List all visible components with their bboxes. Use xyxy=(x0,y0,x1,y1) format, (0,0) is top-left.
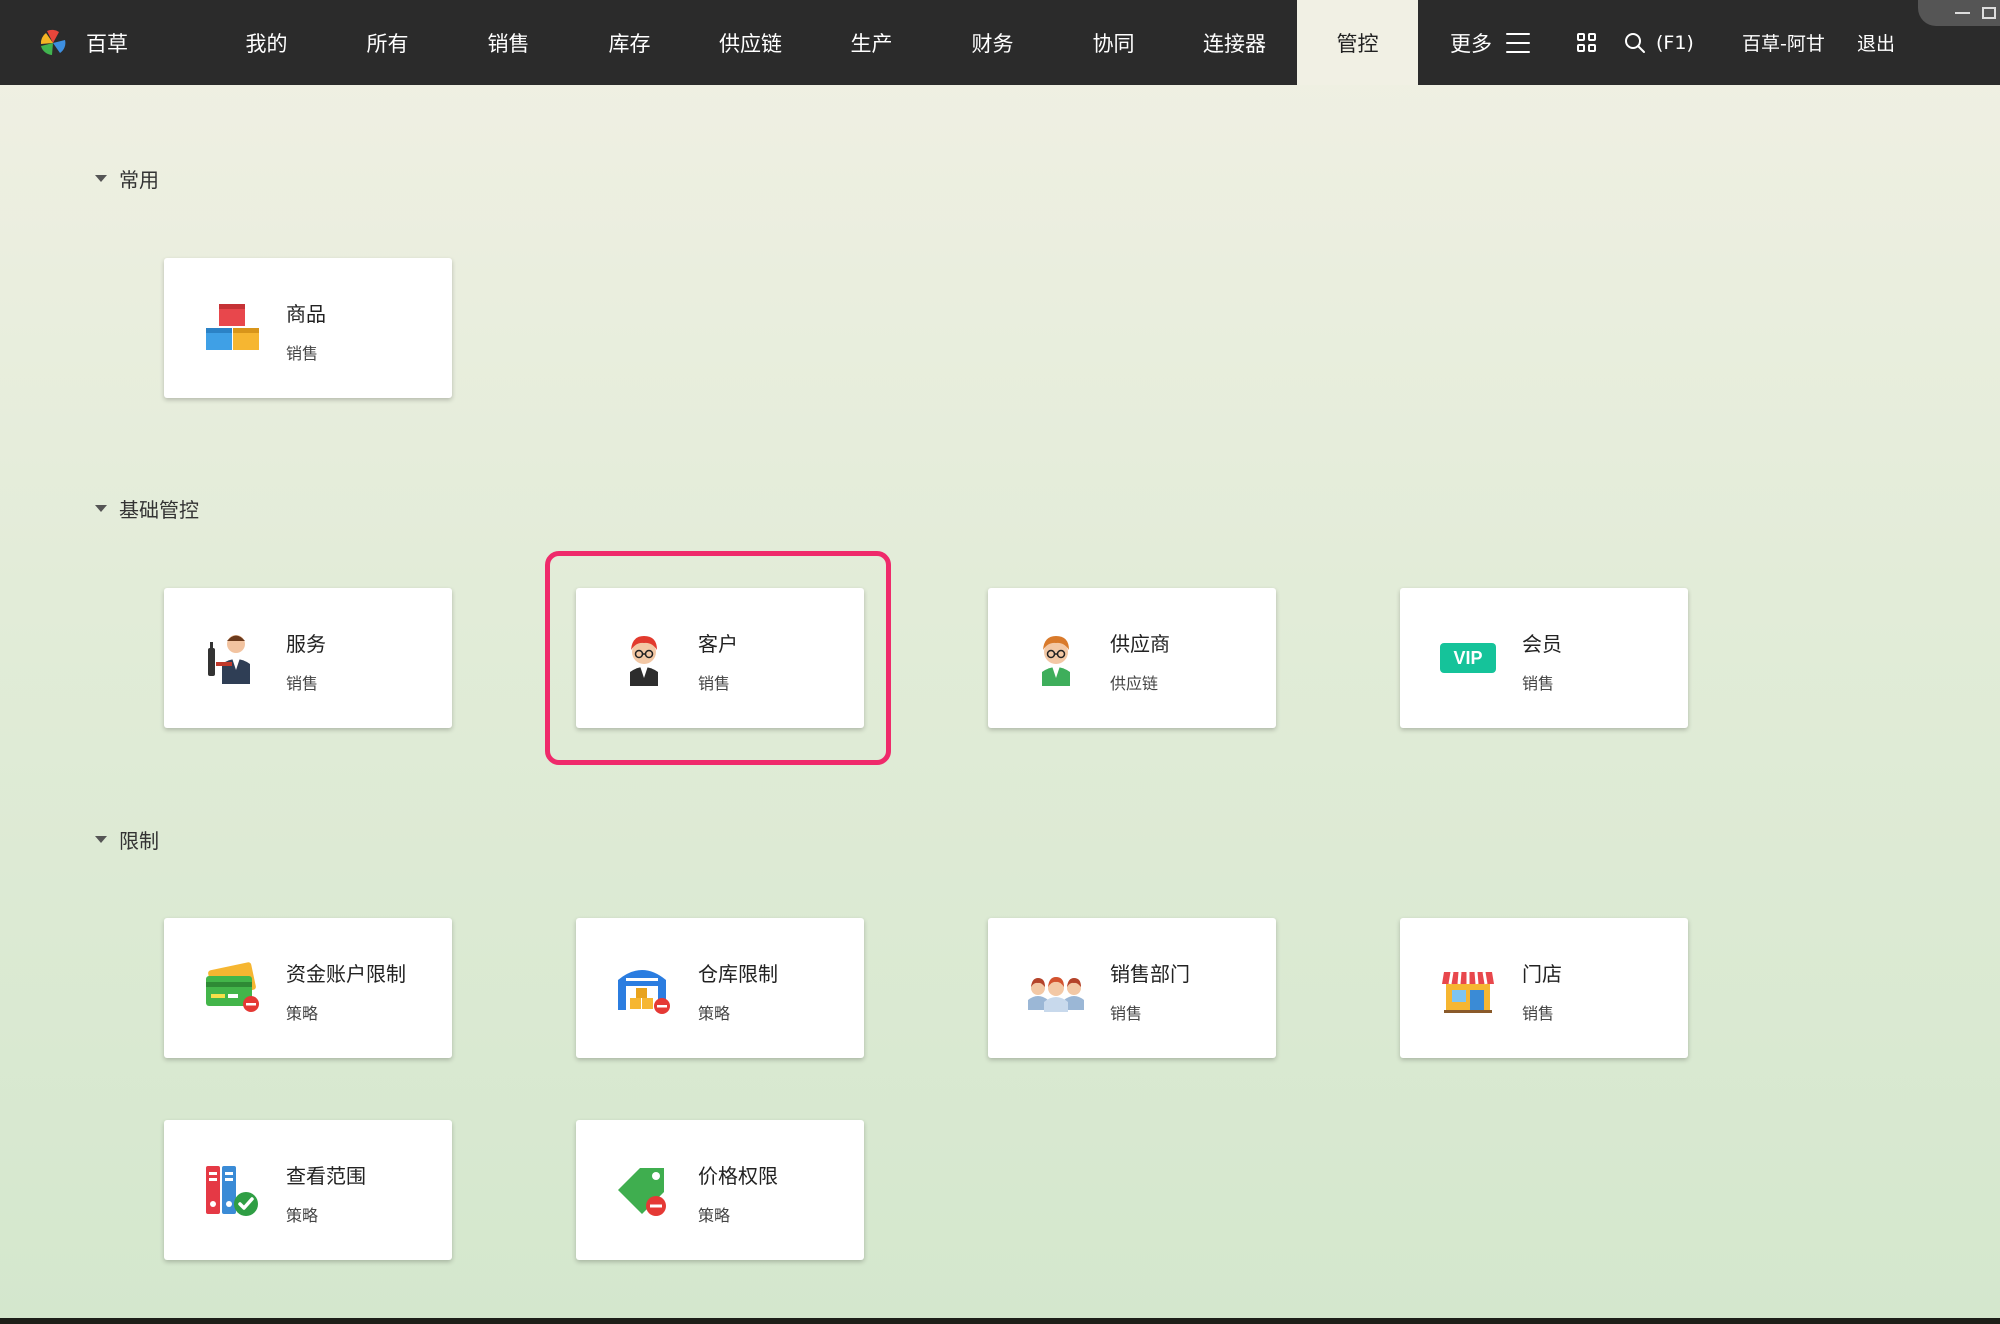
card-subtitle: 销售 xyxy=(286,674,319,693)
card-title: 服务 xyxy=(286,632,326,656)
card-title: 供应商 xyxy=(1110,632,1170,656)
card-member[interactable]: VIP 会员 销售 xyxy=(1400,588,1688,728)
card-fund-account-limit[interactable]: 资金账户限制 策略 xyxy=(164,918,452,1058)
card-subtitle: 策略 xyxy=(698,1206,731,1225)
nav-item-sales[interactable]: 销售 xyxy=(448,0,569,85)
card-price-permission[interactable]: 价格权限 策略 xyxy=(576,1120,864,1260)
nav-item-finance[interactable]: 财务 xyxy=(932,0,1053,85)
card-warehouse-limit[interactable]: 仓库限制 策略 xyxy=(576,918,864,1058)
card-subtitle: 销售 xyxy=(286,344,319,363)
card-title: 查看范围 xyxy=(286,1164,366,1188)
card-subtitle: 销售 xyxy=(1522,1004,1555,1023)
vip-label: VIP xyxy=(1453,648,1482,668)
nav-item-mine[interactable]: 我的 xyxy=(206,0,327,85)
card-sales-department[interactable]: 销售部门 销售 xyxy=(988,918,1276,1058)
card-title: 门店 xyxy=(1522,962,1562,986)
section-header-common[interactable]: 常用 xyxy=(95,164,159,193)
user-name[interactable]: 百草-阿甘 xyxy=(1742,0,1825,85)
supplier-avatar-icon xyxy=(1042,636,1070,686)
minimize-icon[interactable] xyxy=(1955,12,1970,14)
brand[interactable]: 百草 xyxy=(38,0,128,85)
card-title: 仓库限制 xyxy=(698,962,778,986)
vip-badge-icon: VIP xyxy=(1440,643,1496,673)
card-subtitle: 策略 xyxy=(698,1004,731,1023)
sales-team-icon xyxy=(1028,977,1084,1012)
hamburger-menu-icon xyxy=(1506,32,1530,53)
card-customer[interactable]: 客户 销售 xyxy=(576,588,864,728)
card-goods[interactable]: 商品 销售 xyxy=(164,258,452,398)
nav-item-production[interactable]: 生产 xyxy=(811,0,932,85)
maximize-icon[interactable] xyxy=(1982,7,1996,19)
binders-check-icon xyxy=(206,1166,258,1216)
section-title: 常用 xyxy=(119,168,159,192)
nav-item-control[interactable]: 管控 xyxy=(1297,0,1418,85)
card-title: 价格权限 xyxy=(698,1164,778,1188)
card-subtitle: 销售 xyxy=(698,674,731,693)
card-title: 会员 xyxy=(1522,632,1562,656)
nav-item-supply-chain[interactable]: 供应链 xyxy=(690,0,811,85)
nav-item-inventory[interactable]: 库存 xyxy=(569,0,690,85)
nav-item-connector[interactable]: 连接器 xyxy=(1174,0,1295,85)
more-menu-button[interactable]: 更多 xyxy=(1450,0,1530,85)
top-nav-bar: 百草 我的 所有 销售 库存 供应链 生产 财务 协同 连接器 管控 更多 (F… xyxy=(0,0,2000,85)
customer-avatar-icon xyxy=(630,636,658,686)
section-title: 限制 xyxy=(119,829,159,853)
bottom-edge xyxy=(0,1318,2000,1324)
card-subtitle: 销售 xyxy=(1522,674,1555,693)
search-button[interactable]: (F1) xyxy=(1624,0,1694,85)
card-subtitle: 策略 xyxy=(286,1206,319,1225)
brand-name: 百草 xyxy=(86,31,128,56)
card-subtitle: 销售 xyxy=(1110,1004,1143,1023)
more-label: 更多 xyxy=(1450,31,1492,56)
credit-card-restrict-icon xyxy=(206,962,259,1012)
section-title: 基础管控 xyxy=(119,498,199,522)
card-title: 商品 xyxy=(286,302,326,326)
card-supplier[interactable]: 供应商 供应链 xyxy=(988,588,1276,728)
collapse-caret-icon xyxy=(95,836,107,843)
search-icon xyxy=(1625,32,1645,53)
card-subtitle: 供应链 xyxy=(1110,674,1159,693)
nav-item-all[interactable]: 所有 xyxy=(327,0,448,85)
logout-button[interactable]: 退出 xyxy=(1857,0,1895,85)
card-title: 销售部门 xyxy=(1110,962,1190,986)
search-shortcut-hint: (F1) xyxy=(1656,31,1694,54)
nav-item-collaboration[interactable]: 协同 xyxy=(1053,0,1174,85)
collapse-caret-icon xyxy=(95,505,107,512)
app-grid-icon[interactable] xyxy=(1577,33,1596,52)
card-view-scope[interactable]: 查看范围 策略 xyxy=(164,1120,452,1260)
section-header-restrictions[interactable]: 限制 xyxy=(95,825,159,854)
card-service[interactable]: 服务 销售 xyxy=(164,588,452,728)
section-header-basic-control[interactable]: 基础管控 xyxy=(95,494,199,523)
card-title: 资金账户限制 xyxy=(286,962,406,986)
card-subtitle: 策略 xyxy=(286,1004,319,1023)
brand-logo-icon xyxy=(40,29,66,55)
warehouse-restrict-icon xyxy=(618,970,670,1014)
window-controls xyxy=(1918,0,2000,26)
price-tag-restrict-icon xyxy=(618,1168,666,1216)
goods-boxes-icon xyxy=(206,304,259,350)
collapse-caret-icon xyxy=(95,175,107,182)
waiter-service-icon xyxy=(208,635,250,684)
store-icon xyxy=(1442,971,1494,1013)
card-title: 客户 xyxy=(698,632,738,656)
card-store[interactable]: 门店 销售 xyxy=(1400,918,1688,1058)
